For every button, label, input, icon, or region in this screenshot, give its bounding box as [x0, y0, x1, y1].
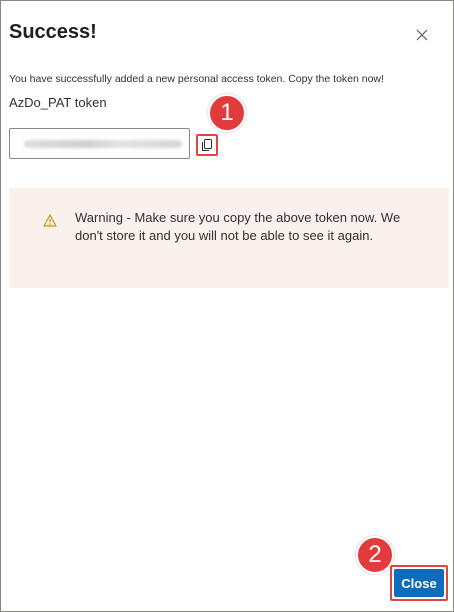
redacted-token-value	[24, 140, 182, 148]
token-field[interactable]	[9, 128, 190, 159]
step-badge-1: 1	[208, 94, 246, 132]
token-name-label: AzDo_PAT token	[9, 95, 107, 110]
warning-icon	[43, 214, 57, 227]
copy-token-button[interactable]	[196, 134, 218, 156]
dialog-title: Success!	[9, 21, 97, 43]
success-message: You have successfully added a new person…	[9, 73, 384, 85]
step-badge-2: 2	[356, 536, 394, 574]
dismiss-button[interactable]	[411, 25, 433, 47]
success-dialog: Success! You have successfully added a n…	[0, 0, 454, 612]
close-button[interactable]: Close	[394, 569, 444, 597]
warning-banner: Warning - Make sure you copy the above t…	[9, 188, 449, 288]
close-button-highlight: Close	[390, 565, 448, 601]
close-icon	[416, 29, 428, 41]
copy-icon	[202, 139, 212, 151]
warning-text: Warning - Make sure you copy the above t…	[75, 210, 401, 243]
